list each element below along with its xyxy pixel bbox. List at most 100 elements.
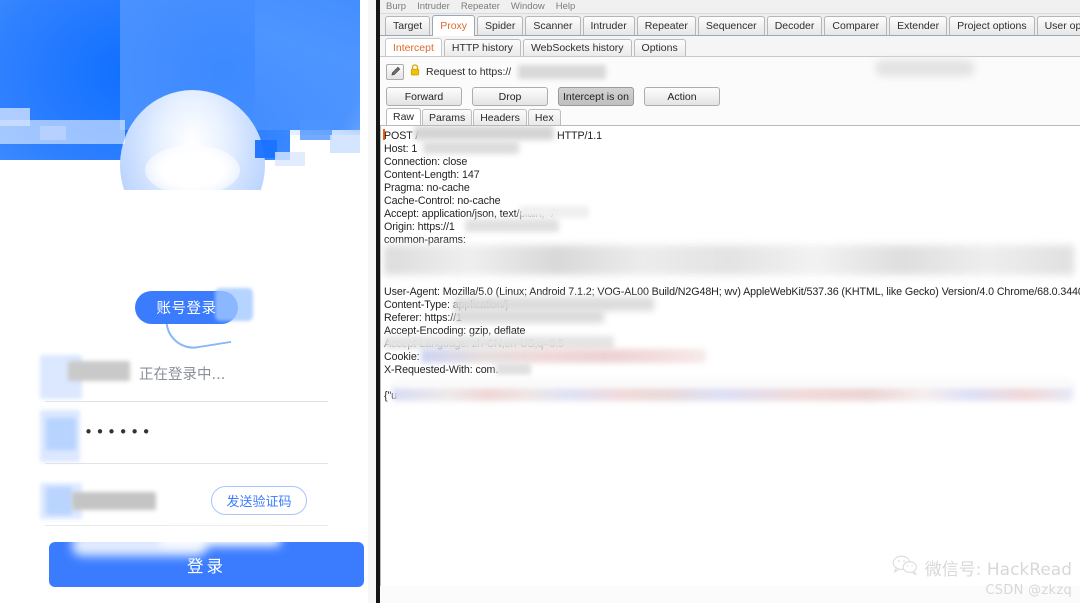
redaction-blur [465,219,559,232]
tab-user-options-label: User options [1044,20,1080,32]
login-submit-label: 登录 [187,556,226,576]
screenshot-root: 账号登录 正在登录中... •••••• 发送验证码 登录 Burp Intru… [0,0,1080,603]
redaction-blur [454,310,604,323]
redaction-blur [421,349,706,363]
tab-options-label: Options [641,42,678,54]
tab-decoder[interactable]: Decoder [766,16,823,35]
redaction-blur [215,288,253,321]
redaction-blur [46,487,72,515]
redaction-blur [384,336,614,349]
tab-proxy[interactable]: Proxy [432,15,476,36]
main-tab-bar: Target Proxy Spider Scanner Intruder Rep… [380,14,1080,36]
tab-intruder[interactable]: Intruder [582,16,635,35]
redaction-blur [414,126,554,140]
tab-comparer-label: Comparer [832,20,880,32]
redaction-blur [72,534,207,556]
tab-params-label: Params [429,111,466,124]
action-button-label: Action [667,90,697,103]
forward-button-label: Forward [404,90,444,103]
tab-params[interactable]: Params [422,109,473,125]
redaction-blur [496,363,531,375]
redaction-blur [68,361,130,381]
menu-item-repeater[interactable]: Repeater [461,2,500,12]
password-masked-value: •••••• [84,423,154,441]
redaction-blur [46,418,76,450]
request-line: Host: 1 [384,143,418,155]
tab-websockets-history[interactable]: WebSockets history [522,39,632,56]
request-line: Referer: https://1 [384,312,462,324]
request-line: X-Requested-With: com. [384,364,499,376]
request-line: Content-Length: 147 [384,169,480,181]
raw-request-editor[interactable]: POST / HTTP/1.1 Host: 1 Connection: clos… [380,126,1080,586]
request-target-label: Request to https:// [426,65,512,78]
redaction-blur [519,206,589,218]
tab-http-history[interactable]: HTTP history [443,39,521,56]
padlock-icon [410,63,420,81]
tab-target-label: Target [393,20,423,32]
tab-hex-label: Hex [534,111,554,124]
tab-repeater[interactable]: Repeater [636,16,696,35]
burp-suite-window: Burp Intruder Repeater Window Help Targe… [380,0,1080,603]
tab-proxy-label: Proxy [440,20,468,32]
tab-sequencer-label: Sequencer [705,20,757,32]
send-verification-code-label: 发送验证码 [226,495,292,510]
forward-button[interactable]: Forward [386,87,462,106]
request-line: Connection: close [384,156,468,168]
tab-raw[interactable]: Raw [386,108,422,125]
tab-hex[interactable]: Hex [527,109,561,125]
tab-user-options[interactable]: User options [1036,16,1080,35]
tab-headers-label: Headers [480,111,520,124]
tab-repeater-label: Repeater [644,20,688,32]
tab-http-history-label: HTTP history [451,42,513,54]
menu-item-help[interactable]: Help [556,2,576,12]
intercept-actions: Forward Drop Intercept is on Action [380,82,1080,106]
redaction-blur [518,64,607,79]
tab-account-login-label: 账号登录 [156,301,217,317]
tab-sequencer[interactable]: Sequencer [697,16,765,35]
tab-scanner[interactable]: Scanner [525,16,581,35]
request-line: Cookie: [384,351,420,363]
tab-comparer[interactable]: Comparer [824,16,888,35]
tab-spider[interactable]: Spider [477,16,524,35]
redaction-blur [72,492,156,510]
tab-intercept[interactable]: Intercept [385,38,442,56]
tab-target[interactable]: Target [385,16,431,35]
pencil-icon[interactable] [386,63,404,80]
menu-item-burp[interactable]: Burp [386,2,406,12]
tab-project-options-label: Project options [957,20,1027,32]
drop-button-label: Drop [498,90,522,103]
menu-item-intruder[interactable]: Intruder [417,2,450,12]
tab-headers[interactable]: Headers [473,109,527,125]
action-button[interactable]: Action [644,87,720,106]
tab-extender[interactable]: Extender [889,16,948,35]
tab-websockets-history-label: WebSockets history [530,42,624,54]
tab-project-options[interactable]: Project options [949,16,1035,35]
phone-login-screen: 账号登录 正在登录中... •••••• 发送验证码 登录 [0,0,378,603]
request-line: HTTP/1.1 [557,130,602,142]
message-view-tab-bar: Raw Params Headers Hex [380,106,1080,126]
panel-divider [376,0,380,603]
send-verification-code-button[interactable]: 发送验证码 [211,486,307,515]
redaction-blur [454,297,654,311]
app-logo [0,0,360,190]
login-status-text: 正在登录中... [139,367,226,383]
tab-decoder-label: Decoder [774,20,815,32]
request-line: Cache-Control: no-cache [384,195,501,207]
tab-intruder-label: Intruder [590,20,627,32]
tab-options[interactable]: Options [633,39,686,56]
request-line: Pragma: no-cache [384,182,470,194]
tab-scanner-label: Scanner [533,20,573,32]
request-line: Origin: https://1 [384,221,455,233]
intercept-toggle-button[interactable]: Intercept is on [558,87,634,106]
menu-bar: Burp Intruder Repeater Window Help [380,0,1080,14]
redaction-blur [423,141,519,154]
intercept-toggle-label: Intercept is on [563,90,629,103]
tab-extender-label: Extender [897,20,940,32]
tab-raw-label: Raw [393,111,415,123]
redaction-blur [393,378,1073,388]
request-info-bar: Request to https:// [380,61,1080,82]
drop-button[interactable]: Drop [472,87,548,106]
menu-item-window[interactable]: Window [511,2,545,12]
redaction-blur [384,245,1074,275]
proxy-tab-bar: Intercept HTTP history WebSockets histor… [380,36,1080,57]
